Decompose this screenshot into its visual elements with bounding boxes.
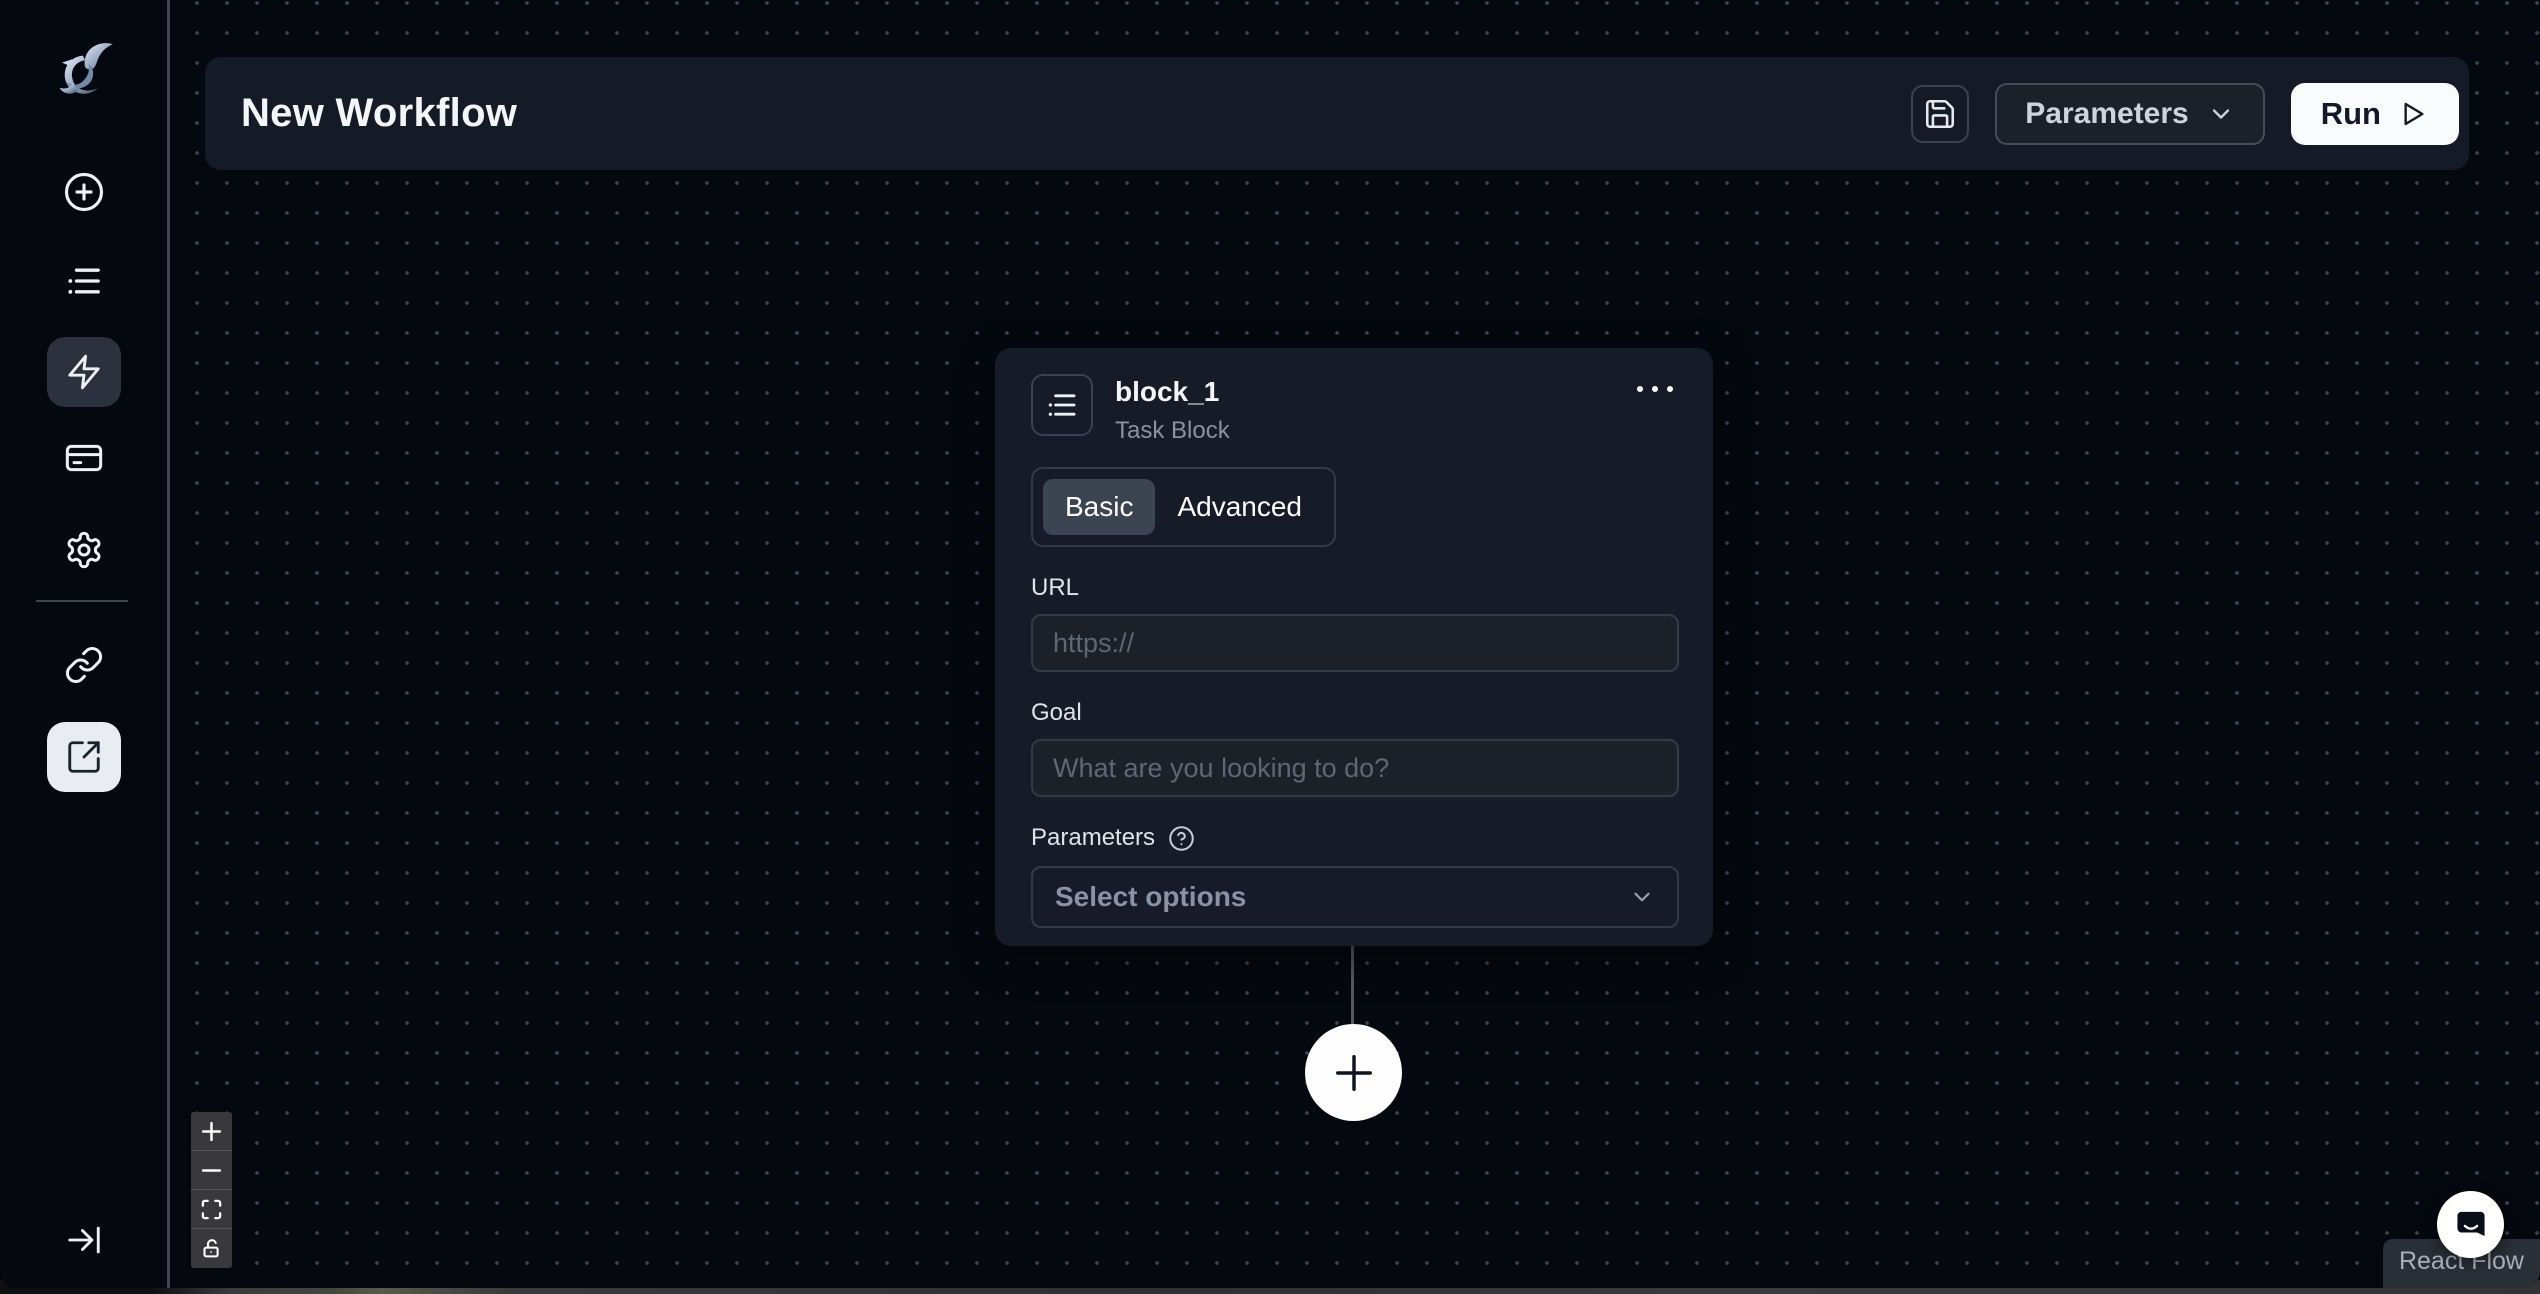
block-header: block_1 Task Block xyxy=(1031,374,1679,445)
parameters-label: Parameters xyxy=(1031,824,1155,852)
sidebar xyxy=(0,0,167,1288)
sidebar-item-workflows[interactable] xyxy=(47,337,121,407)
credit-card-icon xyxy=(64,438,104,478)
goal-input[interactable] xyxy=(1031,739,1679,797)
chevron-down-icon xyxy=(1629,884,1655,910)
tab-basic[interactable]: Basic xyxy=(1043,479,1155,535)
sidebar-item-create[interactable] xyxy=(63,171,105,213)
add-block-button[interactable] xyxy=(1305,1024,1402,1121)
fit-view-icon xyxy=(200,1198,223,1221)
parameters-field-group: Parameters Select options xyxy=(1031,824,1679,928)
link-icon xyxy=(64,645,104,685)
node-connector-edge xyxy=(1351,946,1354,1026)
url-label: URL xyxy=(1031,574,1679,602)
parameters-select-placeholder: Select options xyxy=(1055,881,1246,913)
plus-circle-icon xyxy=(63,171,105,213)
run-button-label: Run xyxy=(2321,96,2381,132)
ellipsis-icon xyxy=(1637,386,1643,392)
parameters-dropdown-button[interactable]: Parameters xyxy=(1995,83,2264,145)
arrow-right-to-line-icon xyxy=(65,1221,103,1259)
intercom-chat-icon xyxy=(2450,1204,2492,1246)
help-circle-icon[interactable] xyxy=(1168,825,1195,852)
minus-icon xyxy=(199,1158,224,1183)
task-block-node[interactable]: block_1 Task Block Basic Advanced URL Go… xyxy=(995,348,1713,946)
tab-advanced[interactable]: Advanced xyxy=(1155,479,1324,535)
goal-field-group: Goal xyxy=(1031,699,1679,797)
run-button[interactable]: Run xyxy=(2291,83,2459,145)
lightning-icon xyxy=(65,353,103,391)
parameters-dropdown-label: Parameters xyxy=(2025,97,2188,131)
url-field-group: URL xyxy=(1031,574,1679,672)
block-titles: block_1 Task Block xyxy=(1115,374,1230,445)
block-subtitle: Task Block xyxy=(1115,417,1230,445)
save-button[interactable] xyxy=(1911,85,1969,143)
sidebar-collapse-button[interactable] xyxy=(65,1221,103,1259)
dragon-logo-icon xyxy=(47,36,121,110)
block-mode-tabs: Basic Advanced xyxy=(1031,467,1336,547)
url-input[interactable] xyxy=(1031,614,1679,672)
sidebar-divider xyxy=(36,600,128,602)
sidebar-item-credentials[interactable] xyxy=(64,438,104,478)
list-icon xyxy=(64,261,104,301)
workflow-header: New Workflow Parameters Run xyxy=(205,57,2469,170)
sidebar-item-open-external[interactable] xyxy=(47,722,121,792)
page-title: New Workflow xyxy=(241,91,517,136)
sidebar-item-runs[interactable] xyxy=(64,261,104,301)
sidebar-item-settings[interactable] xyxy=(64,530,104,570)
gear-icon xyxy=(64,530,104,570)
support-chat-button[interactable] xyxy=(2437,1191,2504,1258)
parameters-select[interactable]: Select options xyxy=(1031,866,1679,928)
block-type-icon-box xyxy=(1031,374,1093,436)
plus-icon xyxy=(199,1119,224,1144)
zoom-out-button[interactable] xyxy=(191,1151,232,1190)
goal-label: Goal xyxy=(1031,699,1679,727)
header-actions: Parameters Run xyxy=(1911,83,2459,145)
chevron-down-icon xyxy=(2207,100,2235,128)
zoom-in-button[interactable] xyxy=(191,1112,232,1151)
sidebar-item-integrations[interactable] xyxy=(64,645,104,685)
skyvern-window: New Workflow Parameters Run xyxy=(0,0,2540,1288)
canvas-controls xyxy=(191,1112,232,1268)
skyvern-dragon-logo[interactable] xyxy=(47,36,121,110)
plus-icon xyxy=(1328,1047,1380,1099)
list-icon xyxy=(1045,388,1079,422)
external-link-icon xyxy=(65,738,103,776)
lock-button[interactable] xyxy=(191,1229,232,1268)
unlock-icon xyxy=(201,1238,222,1259)
block-menu-button[interactable] xyxy=(1631,380,1679,398)
block-title: block_1 xyxy=(1115,376,1230,408)
play-icon xyxy=(2397,98,2429,130)
save-icon xyxy=(1923,97,1957,131)
fit-view-button[interactable] xyxy=(191,1190,232,1229)
app-window: New Workflow Parameters Run xyxy=(0,0,2540,1294)
